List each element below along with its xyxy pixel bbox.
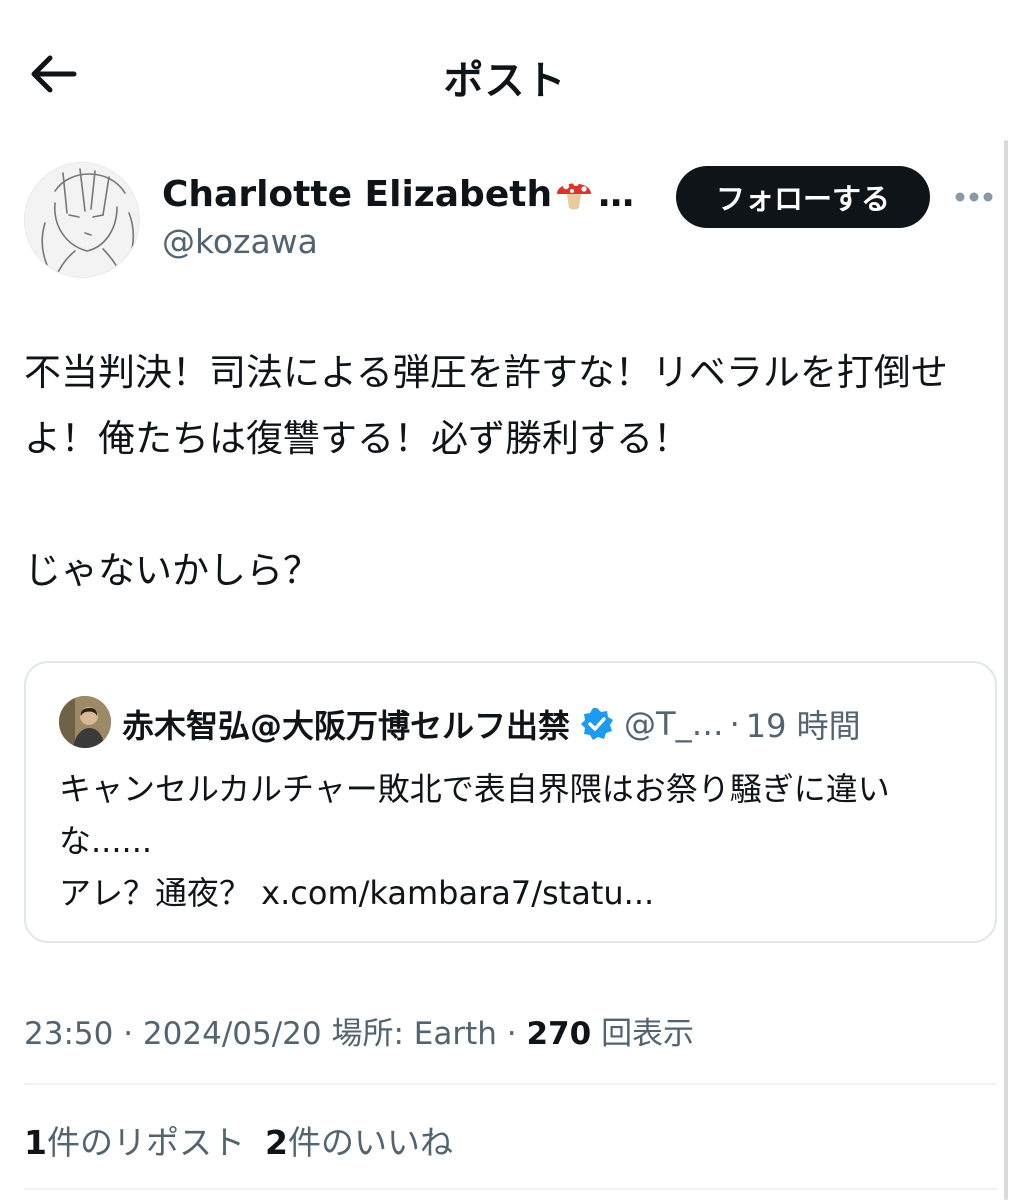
post-text: 不当判決！司法による弾圧を許すな！リベラルを打倒せよ！俺たちは復讐する！必ず勝利… [24, 351, 948, 592]
scrollbar[interactable] [1004, 140, 1008, 1200]
author-display-name[interactable]: Charlotte Elizabeth … [162, 172, 634, 221]
quoted-handle: @T_… [624, 705, 724, 743]
view-count: 270 [526, 1016, 592, 1052]
author-name-text: Charlotte Elizabeth [162, 174, 553, 215]
post-time[interactable]: 23:50 [24, 1016, 113, 1052]
post-date[interactable]: 2024/05/20 [143, 1016, 322, 1052]
meta-separator: · [123, 1016, 134, 1052]
quoted-header: 赤木智弘@大阪万博セルフ出禁 @T_… · 19 時間 [122, 701, 861, 747]
likes-label: 件のいいね [287, 1123, 453, 1162]
quoted-avatar[interactable] [59, 696, 111, 748]
person-photo-image [59, 696, 111, 748]
author-handle[interactable]: @kozawa [162, 222, 318, 261]
likes-link[interactable]: 2件のいいね [265, 1123, 453, 1162]
quoted-display-name[interactable]: 赤木智弘@大阪万博セルフ出禁 [122, 701, 570, 747]
quoted-timestamp: 19 時間 [745, 707, 861, 745]
quoted-post[interactable]: 赤木智弘@大阪万博セルフ出禁 @T_… · 19 時間 キャンセルカルチャー敗北… [24, 661, 997, 943]
name-truncation: … [598, 174, 635, 215]
follow-button[interactable]: フォローする [676, 166, 930, 228]
meta-separator: · [506, 1016, 517, 1052]
sketch-portrait-image [41, 168, 135, 277]
post-location: 場所: Earth [331, 1016, 497, 1052]
mushroom-emoji [554, 172, 594, 221]
view-label: 回表示 [601, 1016, 695, 1052]
post-meta: 23:50 · 2024/05/20 場所: Earth · 270 回表示 [24, 1008, 694, 1053]
avatar[interactable] [24, 162, 140, 278]
top-bar: ポスト [0, 0, 1010, 140]
verified-badge-icon [581, 708, 614, 740]
quoted-text: キャンセルカルチャー敗北で表自界隈はお祭り騒ぎに違いな...... アレ？通夜？… [59, 770, 890, 912]
reposts-count: 1 [24, 1123, 47, 1162]
likes-count: 2 [264, 1123, 288, 1162]
reposts-label: 件のリポスト [46, 1123, 245, 1162]
divider [24, 1188, 997, 1190]
more-icon [955, 192, 993, 202]
page-title: ポスト [443, 58, 567, 104]
reposts-link[interactable]: 1件のリポスト [24, 1123, 245, 1162]
engagement-stats: 1件のリポスト 2件のいいね [24, 1116, 473, 1164]
more-options-button[interactable] [952, 184, 1000, 210]
quoted-separator: · [729, 705, 740, 743]
divider [24, 1083, 997, 1085]
